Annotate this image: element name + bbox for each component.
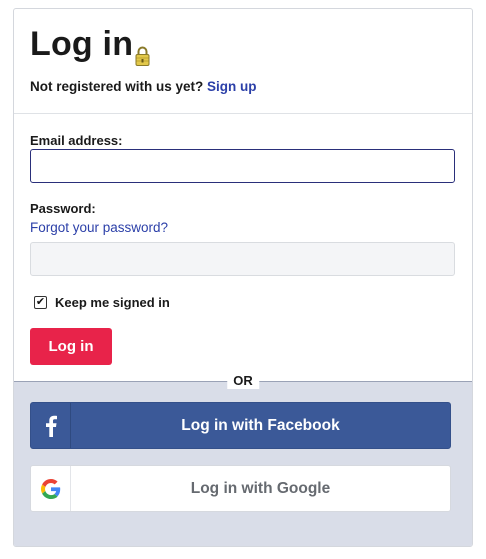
keep-signed-in[interactable]: ✔ Keep me signed in [34, 295, 170, 310]
page-title-text: Log in [30, 25, 134, 63]
or-divider: OR [227, 373, 259, 389]
login-button[interactable]: Log in [30, 328, 112, 365]
email-label: Email address: [30, 133, 123, 148]
lock-icon [135, 37, 150, 66]
google-login-label: Log in with Google [190, 479, 331, 497]
password-label: Password: [30, 201, 96, 216]
password-field[interactable] [30, 242, 455, 276]
facebook-icon-box [31, 403, 71, 448]
login-header: Log in Not registered with us yet? Sign … [14, 9, 472, 114]
facebook-icon [45, 415, 57, 437]
checkmark-icon: ✔ [35, 296, 46, 308]
page-title: Log in [30, 25, 150, 66]
facebook-login-label: Log in with Facebook [181, 416, 340, 434]
email-field[interactable] [30, 149, 455, 183]
google-icon-box [31, 466, 71, 511]
login-card: Log in Not registered with us yet? Sign … [13, 8, 473, 547]
keep-signed-in-label: Keep me signed in [55, 295, 170, 310]
google-icon [40, 478, 60, 499]
forgot-password-link[interactable]: Forgot your password? [30, 220, 168, 235]
signup-link[interactable]: Sign up [207, 79, 257, 94]
facebook-login-button[interactable]: Log in with Facebook [30, 402, 451, 449]
signup-prompt-text: Not registered with us yet? [30, 79, 204, 94]
keep-signed-in-checkbox[interactable]: ✔ [34, 296, 47, 309]
google-login-button[interactable]: Log in with Google [30, 465, 451, 512]
signup-prompt: Not registered with us yet? Sign up [30, 79, 257, 94]
